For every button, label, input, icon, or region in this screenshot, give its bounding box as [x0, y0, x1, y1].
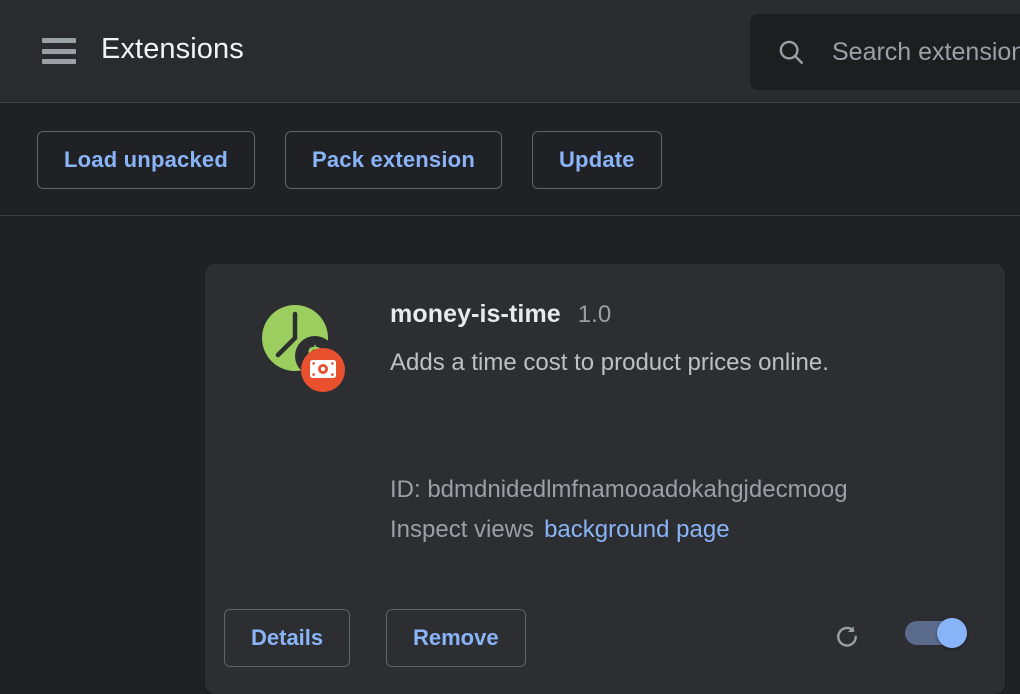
remove-button[interactable]: Remove: [386, 609, 526, 667]
page-header: Extensions: [0, 0, 1020, 103]
reload-icon[interactable]: [822, 613, 872, 663]
extensions-page: Extensions Load unpacked Pack extension …: [0, 0, 1020, 694]
banknote-badge-icon: [310, 360, 336, 378]
load-unpacked-button[interactable]: Load unpacked: [37, 130, 255, 189]
extension-description: Adds a time cost to product prices onlin…: [390, 349, 829, 376]
pack-extension-button[interactable]: Pack extension: [284, 130, 502, 189]
reload-arrow-icon: [837, 626, 857, 647]
page-title: Extensions: [101, 33, 244, 65]
extension-id: ID: bdmdnidedlmfnamooadokahgjdecmoog: [390, 476, 848, 503]
toggle-knob: [937, 618, 967, 648]
hamburger-bar-1: [42, 38, 76, 43]
search-box[interactable]: [750, 14, 1020, 90]
background-page-link[interactable]: background page: [544, 516, 729, 543]
inspect-views-label: Inspect views: [390, 516, 535, 543]
extensions-content: $ money-is-time 1.0 Ad: [0, 217, 1020, 694]
hamburger-bar-2: [42, 48, 76, 54]
money-is-time-clock-icon: $: [255, 298, 351, 394]
details-button[interactable]: Details: [224, 609, 351, 667]
search-input[interactable]: [832, 37, 1020, 67]
update-button[interactable]: Update: [531, 130, 662, 189]
search-icon: [779, 40, 803, 64]
enable-extension-toggle[interactable]: [905, 618, 967, 648]
extensions-toolbar: Load unpacked Pack extension Update: [0, 104, 1020, 216]
hamburger-bar-3: [42, 59, 76, 64]
extension-version: 1.0: [577, 301, 612, 328]
extension-card: $ money-is-time 1.0 Ad: [205, 264, 1005, 694]
extension-name: money-is-time: [390, 300, 561, 328]
extension-name-row: money-is-time 1.0: [390, 300, 611, 329]
hamburger-menu-icon[interactable]: [42, 38, 76, 64]
extension-card-footer: Details Remove: [205, 601, 1005, 694]
inspect-views-row: Inspect views background page: [390, 516, 730, 544]
